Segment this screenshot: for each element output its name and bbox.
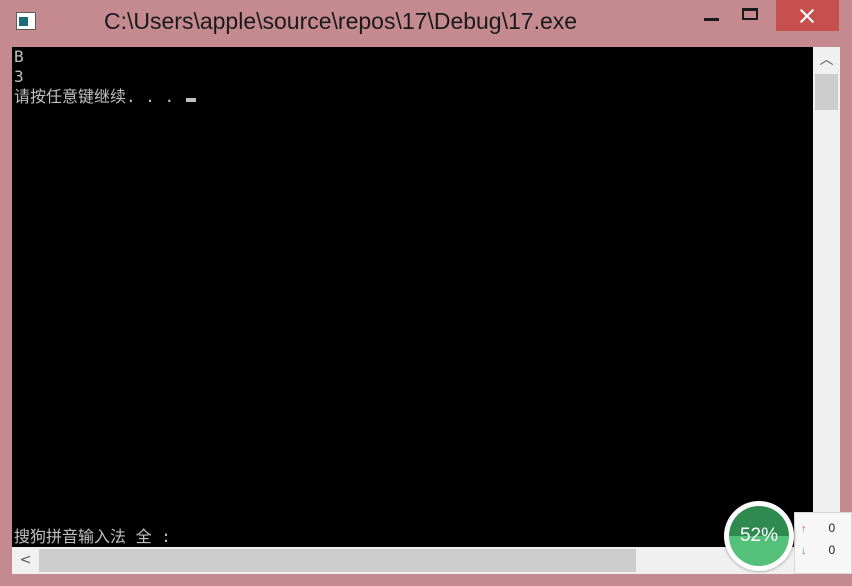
chevron-left-icon[interactable]: < xyxy=(12,547,39,574)
network-speed-widget[interactable]: ↑ 0 ↓ 0 xyxy=(794,512,852,574)
upload-value: 0 xyxy=(828,521,836,535)
download-speed: ↓ 0 xyxy=(801,543,835,557)
text-cursor xyxy=(185,98,196,102)
title-bar[interactable]: C:\Users\apple\source\repos\17\Debug\17.… xyxy=(0,0,852,46)
ime-status-text: 搜狗拼音输入法 全 : xyxy=(14,527,171,546)
gauge-ball: 52% xyxy=(729,506,789,566)
console-prompt-text: 请按任意键继续. . . xyxy=(14,87,184,106)
vertical-scrollbar[interactable]: ︿ xyxy=(813,47,840,547)
chevron-up-icon[interactable]: ︿ xyxy=(813,47,840,74)
console-output[interactable]: B 3 请按任意键继续. . . 搜狗拼音输入法 全 : xyxy=(12,47,813,547)
gauge-percent: 52% xyxy=(739,525,779,546)
console-window: C:\Users\apple\source\repos\17\Debug\17.… xyxy=(0,0,852,586)
memory-usage-gauge[interactable]: 52% xyxy=(724,501,794,571)
console-line: B xyxy=(14,47,24,66)
horizontal-scrollbar[interactable]: < xyxy=(12,547,813,574)
arrow-down-icon: ↓ xyxy=(801,545,807,557)
maximize-button[interactable] xyxy=(732,0,776,32)
console-line: 请按任意键继续. . . xyxy=(14,87,196,107)
upload-speed: ↑ 0 xyxy=(801,521,835,535)
close-button[interactable] xyxy=(776,0,839,31)
console-line: 3 xyxy=(14,67,24,86)
vertical-scroll-thumb[interactable] xyxy=(815,74,838,110)
minimize-button[interactable] xyxy=(688,0,732,32)
console-app-icon[interactable] xyxy=(16,12,36,30)
horizontal-scroll-thumb[interactable] xyxy=(39,549,636,572)
download-value: 0 xyxy=(828,543,836,557)
window-title: C:\Users\apple\source\repos\17\Debug\17.… xyxy=(104,8,578,34)
arrow-up-icon: ↑ xyxy=(801,523,807,535)
